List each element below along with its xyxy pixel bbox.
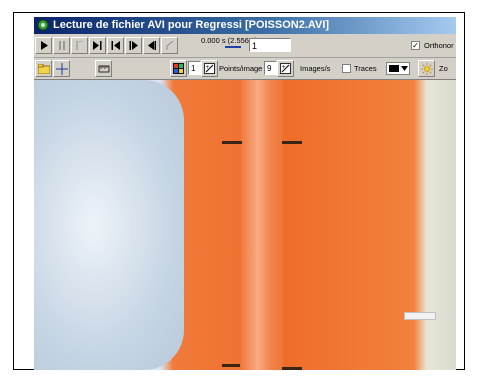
folder-icon — [37, 63, 50, 74]
brightness-button[interactable] — [418, 60, 435, 77]
palette-icon — [173, 63, 184, 74]
skip-back-button[interactable] — [107, 37, 124, 54]
points-per-image-spin-button[interactable]: + — [201, 60, 218, 77]
acquisition-toolbar: 1 + Points/image 9 + Images/s Traces Zo — [34, 58, 456, 80]
reverse-icon — [165, 41, 173, 50]
scale-icon — [98, 65, 109, 72]
orthonormal-label: Orthonor — [424, 41, 454, 50]
axes-button[interactable] — [53, 60, 70, 77]
traces-label: Traces — [354, 64, 377, 73]
playback-toolbar: 0.000 s (2.556 s) 1 ✓ Orthonor — [34, 35, 456, 58]
play-button[interactable] — [35, 37, 52, 54]
orthonormal-checkbox[interactable]: ✓ — [411, 41, 420, 50]
trace-color-select[interactable] — [386, 62, 410, 75]
spin-icon: + — [280, 63, 291, 74]
previous-frame-icon — [148, 41, 156, 50]
play-icon — [40, 41, 48, 50]
frame-number-input[interactable]: 1 — [249, 38, 291, 52]
avi-reader-window: Lecture de fichier AVI pour Regressi [PO… — [34, 17, 456, 370]
points-per-image-input[interactable]: 1 — [188, 61, 201, 75]
time-slider-marker[interactable] — [225, 46, 241, 48]
trace-color-swatch — [389, 65, 399, 72]
spin-icon: + — [204, 63, 215, 74]
color-button[interactable] — [170, 60, 187, 77]
previous-frame-button[interactable] — [143, 37, 160, 54]
zoom-label: Zo — [439, 64, 448, 73]
pause-button[interactable] — [53, 37, 70, 54]
traces-checkbox[interactable] — [342, 64, 351, 73]
images-per-second-label: Images/s — [300, 64, 331, 73]
tube-mark-bottom-left — [222, 364, 240, 367]
points-per-image-label: Points/image — [219, 64, 263, 73]
scale-button[interactable] — [95, 60, 112, 77]
step-forward-icon — [93, 41, 102, 50]
app-icon — [37, 19, 49, 31]
skip-back-icon — [111, 41, 120, 50]
sun-icon — [420, 62, 433, 75]
next-frame-button[interactable] — [125, 37, 142, 54]
svg-text:+: + — [282, 65, 286, 71]
glass-tube — [241, 80, 283, 370]
images-per-second-input[interactable]: 9 — [264, 61, 277, 75]
video-frame[interactable] — [34, 80, 456, 370]
lab-coat-sleeve — [34, 80, 184, 370]
next-frame-icon — [129, 41, 138, 50]
window-title: Lecture de fichier AVI pour Regressi [PO… — [53, 19, 330, 31]
chevron-down-icon — [401, 66, 408, 71]
reverse-button[interactable] — [161, 37, 178, 54]
step-forward-button[interactable] — [89, 37, 106, 54]
pause-icon — [58, 41, 65, 50]
background-object — [404, 312, 436, 320]
tube-mark-top-right — [282, 141, 302, 144]
first-frame-icon — [75, 41, 83, 50]
svg-text:+: + — [206, 65, 210, 71]
tube-mark-bottom-right — [282, 367, 302, 370]
tube-mark-top-left — [222, 141, 242, 144]
images-per-second-spin-button[interactable]: + — [277, 60, 294, 77]
first-frame-button[interactable] — [71, 37, 88, 54]
title-bar: Lecture de fichier AVI pour Regressi [PO… — [34, 17, 456, 34]
crosshair-icon — [55, 62, 68, 75]
open-file-button[interactable] — [35, 60, 52, 77]
